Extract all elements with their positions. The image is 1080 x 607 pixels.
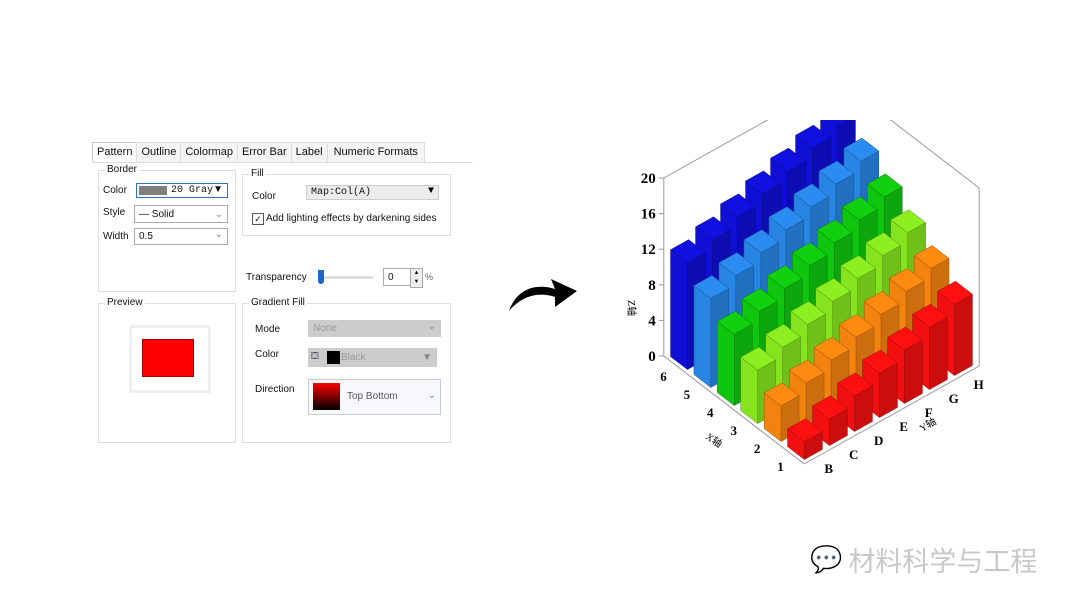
tab-outline[interactable]: Outline bbox=[136, 142, 182, 162]
x-tick-label: 2 bbox=[754, 441, 761, 456]
border-style-select[interactable]: — Solid ⌄ bbox=[134, 205, 228, 223]
gradient-fill-group: Gradient Fill Mode None ⌄ Color ⛋ Black ▼ … bbox=[242, 297, 451, 443]
border-color-select[interactable]: 20 Gray ▼ bbox=[136, 183, 228, 198]
bar-front-face bbox=[693, 285, 712, 389]
preview-frame bbox=[129, 325, 211, 393]
slider-thumb[interactable] bbox=[318, 270, 324, 284]
transparency-input[interactable]: 0 bbox=[383, 268, 411, 286]
transparency-slider[interactable] bbox=[318, 270, 373, 284]
border-width-select[interactable]: 0.5 ⌄ bbox=[134, 228, 228, 245]
chevron-down-icon: ⌄ bbox=[427, 390, 436, 401]
y-tick-label: C bbox=[849, 447, 858, 462]
x-tick-label: 5 bbox=[684, 387, 691, 402]
lighting-checkbox[interactable]: ✓ bbox=[252, 213, 264, 225]
x-tick-label: 3 bbox=[730, 423, 737, 438]
color-swatch bbox=[327, 351, 340, 364]
x-tick-label: 6 bbox=[660, 369, 667, 384]
z-tick-label: 20 bbox=[641, 171, 656, 187]
z-tick-label: 8 bbox=[648, 278, 656, 294]
z-tick-label: 12 bbox=[641, 242, 656, 258]
y-tick-label: B bbox=[824, 461, 833, 476]
y-tick-label: H bbox=[974, 377, 984, 392]
bar-side-face bbox=[954, 293, 973, 376]
z-tick-label: 0 bbox=[648, 349, 656, 365]
paint-bucket-icon: ⛋ bbox=[311, 351, 319, 362]
fill-color-value: Map:Col(A) bbox=[311, 187, 372, 198]
border-width-value: 0.5 bbox=[139, 231, 153, 242]
tab-label[interactable]: Label bbox=[290, 142, 328, 162]
chevron-down-icon: ⌄ bbox=[214, 209, 223, 220]
x-tick-label: 4 bbox=[707, 405, 714, 420]
gradient-direction-value: Top Bottom bbox=[347, 391, 398, 402]
y-tick-label: E bbox=[899, 419, 908, 434]
fill-color-select[interactable]: Map:Col(A) ▼ bbox=[306, 185, 439, 200]
preview-group: Preview bbox=[98, 297, 236, 443]
watermark: 💬 材料科学与工程 bbox=[810, 540, 1037, 579]
bar-side-face bbox=[929, 316, 948, 390]
tab-divider bbox=[92, 162, 473, 163]
gradient-mode-value: None bbox=[313, 323, 337, 334]
gradient-color-value: Black bbox=[341, 352, 366, 363]
chevron-down-icon: ⌄ bbox=[214, 229, 223, 240]
transparency-spinner[interactable]: ▲ ▼ bbox=[410, 268, 423, 288]
tab-bar: Pattern Outline Colormap Error Bar Label… bbox=[92, 142, 425, 162]
transparency-unit: % bbox=[425, 272, 434, 282]
fill-color-label: Color bbox=[252, 191, 276, 202]
gradient-mode-select[interactable]: None ⌄ bbox=[308, 320, 441, 337]
border-color-label: Color bbox=[103, 185, 127, 196]
gradient-color-select[interactable]: ⛋ Black ▼ bbox=[308, 348, 437, 367]
x-axis-title: X轴 bbox=[703, 430, 725, 451]
tab-colormap[interactable]: Colormap bbox=[180, 142, 239, 162]
z-tick-label: 4 bbox=[648, 313, 656, 329]
border-group-title: Border bbox=[105, 164, 140, 175]
transparency-label: Transparency bbox=[246, 272, 307, 283]
border-style-value: — Solid bbox=[139, 209, 175, 220]
watermark-text: 材料科学与工程 bbox=[848, 547, 1038, 577]
tab-pattern[interactable]: Pattern bbox=[92, 142, 138, 162]
curved-arrow-icon bbox=[509, 279, 577, 311]
tab-numeric-formats[interactable]: Numeric Formats bbox=[326, 142, 425, 162]
z-axis-title: Z轴 bbox=[625, 300, 638, 316]
bar-front-face bbox=[717, 320, 735, 407]
dropdown-arrow-icon: ▼ bbox=[422, 352, 432, 363]
tab-error-bar[interactable]: Error Bar bbox=[237, 142, 292, 162]
gradient-color-label: Color bbox=[255, 349, 279, 360]
gradient-direction-select[interactable]: Top Bottom ⌄ bbox=[308, 379, 441, 415]
border-width-label: Width bbox=[103, 231, 129, 242]
gradient-preview bbox=[313, 383, 340, 410]
bar3d-chart: 048121620123456BCDEFGHZ轴X轴Y轴 bbox=[625, 120, 984, 476]
y-tick-label: D bbox=[874, 433, 883, 448]
y-tick-label: G bbox=[949, 391, 959, 406]
plot-details-dialog: Pattern Outline Colormap Error Bar Label… bbox=[88, 135, 473, 453]
x-tick-label: 1 bbox=[777, 459, 784, 474]
dropdown-arrow-icon: ▼ bbox=[427, 186, 434, 197]
fill-group-title: Fill bbox=[249, 168, 266, 179]
lighting-label: Add lighting effects by darkening sides bbox=[266, 213, 437, 224]
bar-front-face bbox=[670, 249, 688, 371]
gradient-mode-label: Mode bbox=[255, 324, 281, 335]
transparency-value: 0 bbox=[388, 272, 394, 283]
gradient-direction-label: Direction bbox=[255, 384, 295, 395]
fill-group: Fill Color Map:Col(A) ▼ ✓ Add lighting ef… bbox=[242, 168, 451, 236]
preview-swatch bbox=[142, 339, 194, 377]
border-style-label: Style bbox=[103, 207, 126, 218]
wechat-icon: 💬 bbox=[810, 544, 843, 574]
dropdown-arrow-icon: ▼ bbox=[213, 184, 223, 195]
gradient-group-title: Gradient Fill bbox=[249, 297, 307, 308]
chevron-down-icon: ⌄ bbox=[427, 321, 436, 332]
bar-side-face bbox=[904, 339, 923, 404]
preview-group-title: Preview bbox=[105, 297, 145, 308]
border-group: Border Color 20 Gray ▼ Style — Solid ⌄ Wi… bbox=[98, 164, 236, 292]
z-tick-label: 16 bbox=[641, 207, 657, 223]
border-color-value: 20 Gray bbox=[171, 185, 214, 196]
